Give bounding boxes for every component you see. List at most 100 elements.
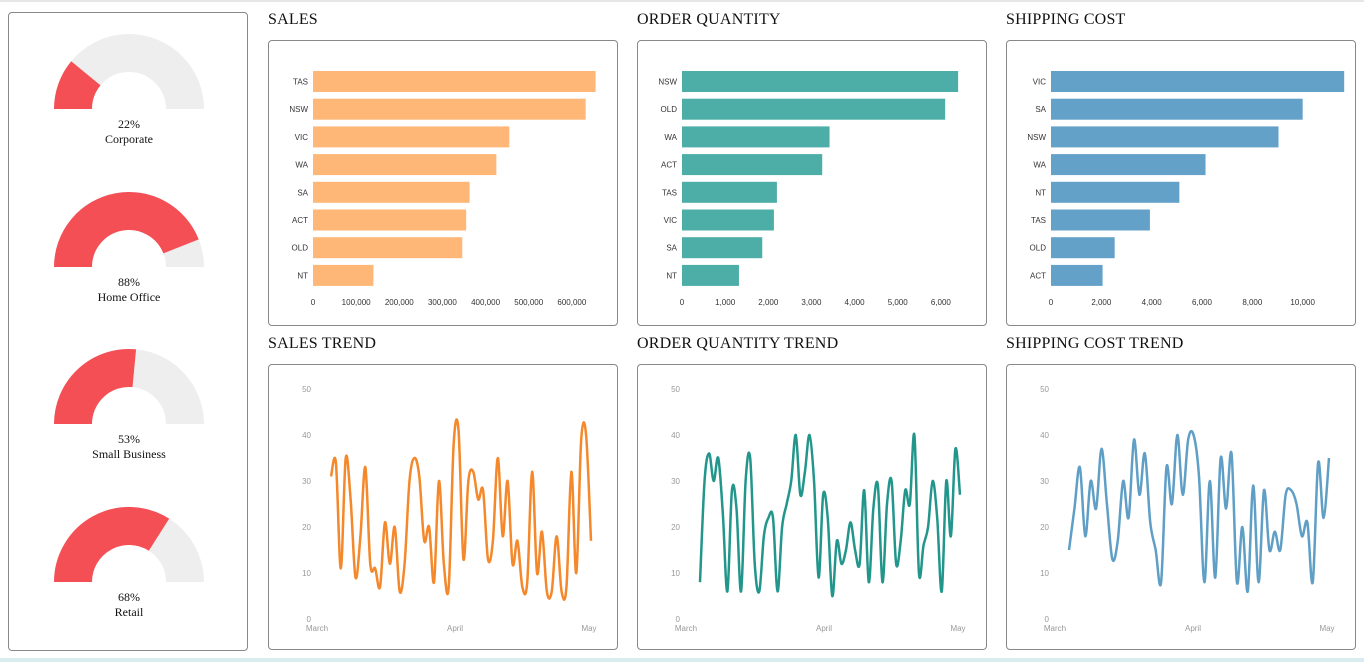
y-tick-label: 10 [1040,569,1049,578]
tick-label: 300,000 [428,298,457,307]
tick-label: 500,000 [514,298,543,307]
order-quantity-trend-chart: 0 10 20 30 40 50 March April May [671,385,965,633]
segment-gauges-panel: 22% Corporate 88% Home Office 53% Small … [8,12,248,651]
x-tick-label: May [581,624,596,633]
y-tick-label: 50 [671,385,680,394]
shipping-cost-trend-title: SHIPPING COST TREND [1006,335,1184,352]
tick-label: 4,000 [845,298,866,307]
bar [313,237,463,259]
bar [1051,126,1279,148]
gauge-percent: 53% [118,432,140,446]
category-label: TAS [1031,216,1046,225]
y-tick-label: 50 [1040,385,1049,394]
category-label: WA [664,133,677,142]
x-tick-label: March [675,624,697,633]
category-label: WA [295,161,308,170]
category-label: NSW [289,105,308,114]
gauge-percent: 88% [118,275,140,289]
tick-label: 8,000 [1242,298,1263,307]
bar [682,209,774,231]
gauge-label: Small Business [92,447,166,461]
gauge-arc [54,349,204,425]
order-quantity-bar-chart: NSW OLD WA ACT TAS VIC SA NT 0 1,000 2,000 3,000 4,0… [658,71,959,307]
gauge-corporate[interactable]: 22% Corporate [53,33,205,146]
y-tick-label: 40 [671,431,680,440]
bar [682,71,959,92]
y-tick-label: 40 [302,431,311,440]
tick-label: 2,000 [1091,298,1112,307]
category-label: ACT [1030,271,1046,280]
bar [682,154,823,176]
gauge-small-business[interactable]: 53% Small Business [53,348,205,461]
x-tick-label: May [950,624,965,633]
gauge-percent: 68% [118,590,140,604]
gauge-retail[interactable]: 68% Retail [53,506,205,619]
bar [313,264,374,286]
order-quantity-trend-panel: 0 10 20 30 40 50 March April May [637,364,987,650]
y-tick-label: 10 [302,569,311,578]
gauge-arc [54,34,204,110]
y-tick-label: 0 [676,615,681,624]
bar [313,71,596,92]
tick-label: 5,000 [888,298,909,307]
gauge-label: Retail [114,605,144,619]
x-tick-label: March [1044,624,1066,633]
bar [313,98,586,120]
y-tick-label: 30 [1040,477,1049,486]
bar [682,98,946,120]
bar [1051,264,1103,286]
x-tick-label: April [816,624,832,633]
bar [313,154,497,176]
category-label: NT [666,271,677,280]
bar [682,181,777,203]
tick-label: 0 [680,298,685,307]
tick-label: 200,000 [385,298,414,307]
shipping-cost-bar-chart: VIC SA NSW WA NT TAS OLD ACT 0 2,000 4,000 6,000 8,0… [1027,71,1345,307]
bar [1051,71,1345,92]
category-label: VIC [1033,78,1047,87]
tick-label: 0 [311,298,316,307]
trend-line [698,432,962,598]
tick-label: 10,000 [1290,298,1315,307]
gauge-fill [54,192,199,268]
bar [1051,181,1180,203]
x-tick-label: March [306,624,328,633]
category-label: TAS [293,78,308,87]
gauge-fill [54,507,170,583]
category-label: OLD [661,105,678,114]
category-label: VIC [295,133,309,142]
trend-line [329,418,593,601]
gauge-arc [54,507,204,583]
tick-label: 2,000 [758,298,779,307]
sales-trend-chart: 0 10 20 30 40 50 March April May [302,385,596,633]
category-label: NT [1035,188,1046,197]
top-divider [0,0,1364,2]
gauge-percent: 22% [118,117,140,131]
bottom-scrollbar-track[interactable] [0,658,1364,662]
y-tick-label: 50 [302,385,311,394]
tick-label: 100,000 [342,298,371,307]
bar [1051,237,1115,259]
gauge-home-office[interactable]: 88% Home Office [53,191,205,304]
x-tick-label: May [1319,624,1334,633]
category-label: OLD [1030,244,1047,253]
sales-trend-panel: 0 10 20 30 40 50 March April May [268,364,618,650]
y-tick-label: 0 [1045,615,1050,624]
shipping-cost-title: SHIPPING COST [1006,11,1126,28]
category-label: NSW [658,78,677,87]
sales-chart-panel: TAS NSW VIC WA SA ACT OLD NT 0 100,000 200,000 300,… [268,40,618,326]
bar [313,126,510,148]
order-quantity-trend-title: ORDER QUANTITY TREND [637,335,839,352]
order-quantity-chart-panel: NSW OLD WA ACT TAS VIC SA NT 0 1,000 2,000 3,000 4,0… [637,40,987,326]
sales-title: SALES [268,11,318,28]
y-tick-label: 20 [671,523,680,532]
bar [313,209,467,231]
bar [1051,209,1150,231]
tick-label: 4,000 [1142,298,1163,307]
bar [313,181,470,203]
y-tick-label: 20 [1040,523,1049,532]
gauge-label: Corporate [105,132,153,146]
order-quantity-title: ORDER QUANTITY [637,11,781,28]
y-tick-label: 0 [307,615,312,624]
tick-label: 6,000 [1192,298,1213,307]
